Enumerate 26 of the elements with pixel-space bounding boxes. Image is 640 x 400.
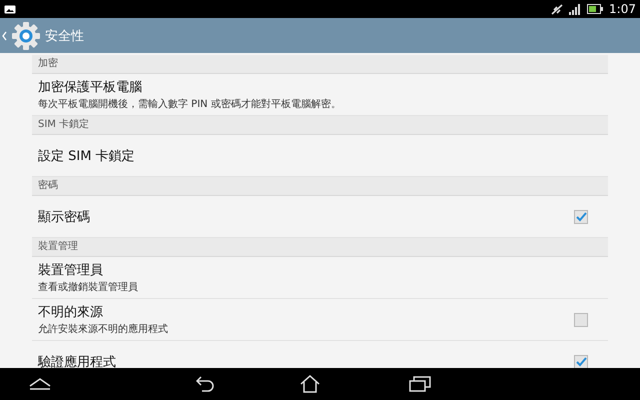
settings-row[interactable]: 裝置管理員 查看或撤銷裝置管理員 <box>32 257 608 299</box>
back-caret-icon[interactable] <box>2 30 7 40</box>
setting-title: 驗證應用程式 <box>38 354 117 368</box>
gear-icon[interactable] <box>11 20 41 50</box>
setting-title: 設定 SIM 卡鎖定 <box>38 148 136 164</box>
battery-icon <box>587 4 604 14</box>
clock: 1:07 <box>609 2 636 16</box>
section-header: 裝置管理 <box>32 238 608 257</box>
setting-summary: 查看或撤銷裝置管理員 <box>38 280 139 294</box>
screen-title: 安全性 <box>45 28 84 44</box>
setting-summary: 允許安裝來源不明的應用程式 <box>38 322 169 336</box>
checkbox[interactable] <box>574 312 588 326</box>
picture-icon <box>4 4 16 14</box>
section-header: 加密 <box>32 55 608 74</box>
section-header: SIM 卡鎖定 <box>32 116 608 135</box>
checkbox[interactable] <box>574 354 588 368</box>
signal-icon <box>569 4 582 14</box>
settings-row[interactable]: 不明的來源 允許安裝來源不明的應用程式 <box>32 299 608 341</box>
mute-icon <box>551 4 564 14</box>
setting-summary: 每次平板電腦開機後，需輸入數字 PIN 或密碼才能對平板電腦解密。 <box>38 98 342 111</box>
setting-title: 顯示密碼 <box>38 208 91 226</box>
setting-title: 不明的來源 <box>38 304 104 321</box>
section-header: 密碼 <box>32 177 608 196</box>
setting-title: 裝置管理員 <box>38 262 104 279</box>
setting-title: 加密保護平板電腦 <box>38 79 143 96</box>
checkbox[interactable] <box>574 210 588 224</box>
